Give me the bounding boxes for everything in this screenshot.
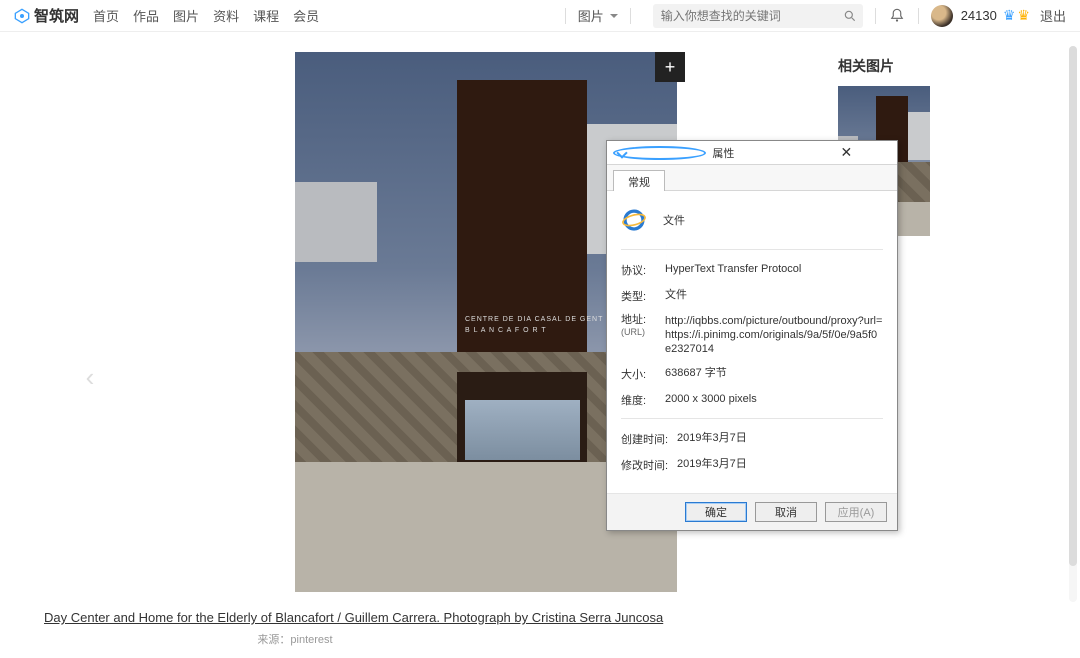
size-value: 638687 字节: [665, 366, 883, 382]
add-button[interactable]: +: [655, 52, 685, 82]
cancel-button[interactable]: 取消: [755, 502, 817, 522]
site-logo[interactable]: 智筑网: [14, 5, 79, 26]
dim-key: 维度:: [621, 392, 665, 408]
type-key: 类型:: [621, 288, 665, 304]
dialog-footer: 确定 取消 应用(A): [607, 493, 897, 530]
divider: [918, 8, 919, 24]
close-icon[interactable]: ✕: [802, 144, 891, 162]
apply-button[interactable]: 应用(A): [825, 502, 887, 522]
dialog-tabs: 常规: [607, 165, 897, 191]
nav-materials[interactable]: 资料: [213, 6, 239, 25]
search-bar: [653, 4, 863, 28]
chevron-down-icon: [610, 14, 618, 22]
search-scope-dropdown[interactable]: 图片: [578, 6, 618, 25]
scrollbar[interactable]: [1069, 46, 1077, 602]
divider: [875, 8, 876, 24]
type-value: 文件: [665, 288, 883, 304]
user-points: 24130: [961, 8, 997, 23]
properties-dialog: 属性 ✕ 常规 文件 协议:HyperText Transfer Protoco…: [606, 140, 898, 531]
nav-works[interactable]: 作品: [133, 6, 159, 25]
crown-blue-icon: ♛: [1003, 7, 1016, 24]
crown-gold-icon: ♛: [1017, 7, 1030, 24]
logout-link[interactable]: 退出: [1040, 6, 1066, 25]
badges: ♛ ♛: [1003, 7, 1030, 24]
main-content: ‹ CENTRE DE DIA CASAL DE GENT GRAN B L A…: [0, 32, 1080, 652]
related-title: 相关图片: [838, 56, 1066, 76]
divider: [565, 8, 566, 24]
dialog-body: 文件 协议:HyperText Transfer Protocol 类型:文件 …: [607, 191, 897, 493]
protocol-value: HyperText Transfer Protocol: [665, 262, 883, 278]
image-caption: Day Center and Home for the Elderly of B…: [14, 610, 836, 625]
scrollbar-thumb[interactable]: [1069, 46, 1077, 566]
avatar[interactable]: [931, 5, 953, 27]
image-source: 来源：pinterest: [257, 631, 592, 647]
dim-value: 2000 x 3000 pixels: [665, 392, 883, 408]
dialog-title: 属性: [712, 145, 801, 161]
main-nav: 首页 作品 图片 资料 课程 会员: [93, 6, 319, 25]
nav-members[interactable]: 会员: [293, 6, 319, 25]
dialog-titlebar[interactable]: 属性 ✕: [607, 141, 897, 165]
protocol-key: 协议:: [621, 262, 665, 278]
logo-icon: [14, 8, 30, 24]
modified-value: 2019年3月7日: [677, 457, 883, 473]
ok-button[interactable]: 确定: [685, 502, 747, 522]
search-input[interactable]: [653, 4, 863, 28]
caption-link[interactable]: Day Center and Home for the Elderly of B…: [44, 610, 663, 625]
modified-key: 修改时间:: [621, 457, 677, 473]
nav-images[interactable]: 图片: [173, 6, 199, 25]
ie-icon: [621, 207, 647, 233]
nav-courses[interactable]: 课程: [253, 6, 279, 25]
nav-home[interactable]: 首页: [93, 6, 119, 25]
top-bar: 智筑网 首页 作品 图片 资料 课程 会员 图片 24130 ♛ ♛ 退出: [0, 0, 1080, 32]
file-type-label: 文件: [663, 212, 685, 228]
created-value: 2019年3月7日: [677, 431, 883, 447]
dialog-icon: [613, 146, 706, 160]
url-value: http://iqbbs.com/picture/outbound/proxy?…: [665, 314, 883, 356]
prev-arrow[interactable]: ‹: [80, 362, 100, 392]
site-name: 智筑网: [34, 5, 79, 26]
dropdown-label: 图片: [578, 6, 604, 25]
search-icon[interactable]: [843, 9, 857, 23]
bell-icon[interactable]: [888, 7, 906, 25]
tab-general[interactable]: 常规: [613, 170, 665, 191]
created-key: 创建时间:: [621, 431, 677, 447]
url-key: 地址:(URL): [621, 314, 665, 356]
divider: [630, 8, 631, 24]
size-key: 大小:: [621, 366, 665, 382]
